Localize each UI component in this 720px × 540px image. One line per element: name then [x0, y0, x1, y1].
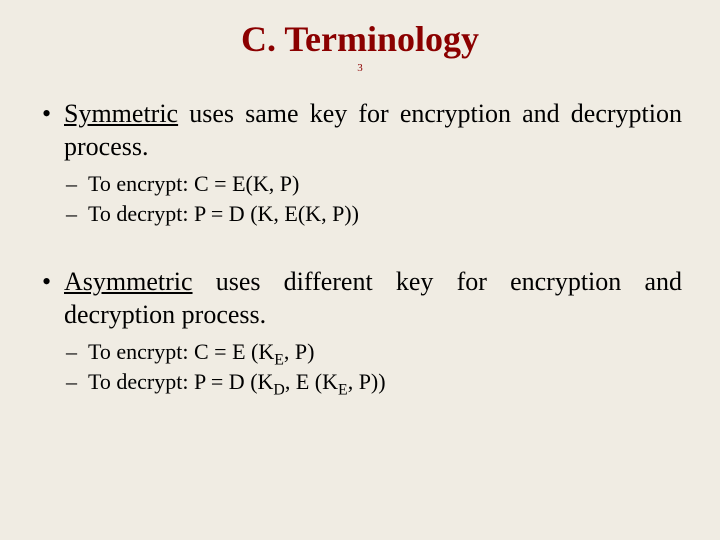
- asym-dec-end: , P)): [348, 369, 386, 394]
- bullet-list-2: Asymmetric uses different key for encryp…: [38, 266, 682, 396]
- bullet-list: Symmetric uses same key for encryption a…: [38, 98, 682, 228]
- sublist-asymmetric: To encrypt: C = E (KE, P) To decrypt: P …: [64, 337, 682, 396]
- bullet-asymmetric: Asymmetric uses different key for encryp…: [38, 266, 682, 396]
- page-number: 3: [38, 62, 682, 74]
- term-symmetric: Symmetric: [64, 99, 178, 128]
- spacer: [38, 236, 682, 266]
- asym-dec-sub1: D: [273, 381, 284, 398]
- bullet-symmetric: Symmetric uses same key for encryption a…: [38, 98, 682, 228]
- sublist-symmetric: To encrypt: C = E(K, P) To decrypt: P = …: [64, 169, 682, 228]
- sym-encrypt: To encrypt: C = E(K, P): [64, 169, 682, 199]
- asym-decrypt: To decrypt: P = D (KD, E (KE, P)): [64, 367, 682, 397]
- asym-dec-pre: To decrypt: P = D (K: [88, 369, 273, 394]
- slide: C. Terminology 3 Symmetric uses same key…: [0, 0, 720, 540]
- asym-enc-pre: To encrypt: C = E (K: [88, 339, 274, 364]
- sym-decrypt: To decrypt: P = D (K, E(K, P)): [64, 199, 682, 229]
- asym-enc-mid: , P): [284, 339, 315, 364]
- term-asymmetric: Asymmetric: [64, 267, 193, 296]
- asym-encrypt: To encrypt: C = E (KE, P): [64, 337, 682, 367]
- slide-title: C. Terminology: [38, 18, 682, 60]
- asym-dec-sub2: E: [338, 381, 348, 398]
- asym-dec-mid: , E (K: [285, 369, 338, 394]
